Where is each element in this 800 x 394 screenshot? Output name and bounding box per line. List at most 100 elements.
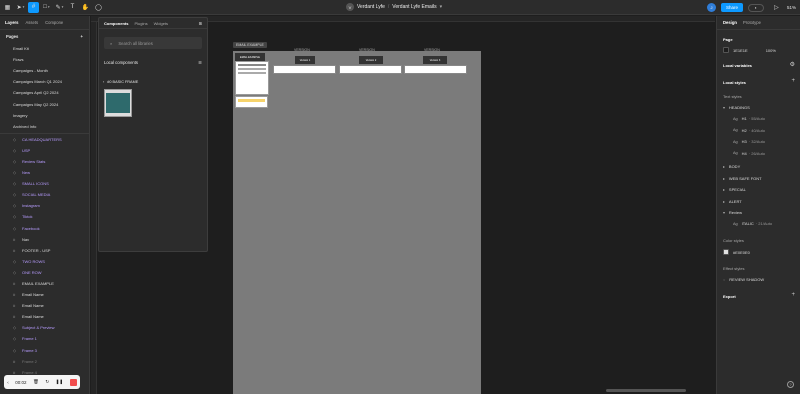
tab-widgets[interactable]: Widgets (154, 21, 168, 26)
text-icon[interactable]: T (67, 2, 78, 13)
project-icon[interactable]: V (346, 3, 354, 11)
tab-prototype[interactable]: Prototype (743, 20, 761, 25)
style-group[interactable]: ▸ SPECIAL (717, 187, 746, 192)
frame-label[interactable]: EMAIL EXAMPLE (233, 42, 267, 48)
layer-item[interactable]: # Email Name (0, 300, 89, 311)
restart-icon[interactable]: ↻ (45, 379, 49, 385)
page-item[interactable]: Campaigns - Month (0, 65, 89, 76)
tab-components[interactable]: Components (104, 21, 128, 26)
pause-icon[interactable]: ❚❚ (56, 379, 64, 385)
share-button[interactable]: Share (720, 3, 743, 12)
chevron-down-icon[interactable]: ▾ (440, 4, 443, 10)
page-item[interactable]: Email Kit (0, 43, 89, 54)
help-icon[interactable]: ? (787, 381, 794, 388)
layer-item[interactable]: # Email Name (0, 289, 89, 300)
layer-item[interactable]: # FOOTER - USP (0, 245, 89, 256)
layer-item[interactable]: ◇ Tiktok (0, 211, 89, 222)
tab-components[interactable]: Compone (45, 20, 63, 25)
page-item[interactable]: Campaigns April Q2 2024 (0, 87, 89, 98)
pen-icon[interactable]: ✎ ▾ (54, 2, 65, 13)
version-card[interactable] (404, 65, 467, 74)
file-name[interactable]: Verdant Lyfe Emails (392, 4, 436, 10)
back-icon[interactable]: ‹ (7, 380, 9, 385)
version-card[interactable] (339, 65, 402, 74)
layer-item[interactable]: ◇ Frame 3 (0, 345, 89, 356)
text-style-item[interactable]: Ag H2 · 40/Auto (717, 128, 765, 133)
layer-item[interactable]: ◇ CA HEADQUARTERS (0, 134, 89, 145)
style-group[interactable]: ▸ ALERT (717, 199, 742, 204)
email-preview[interactable] (235, 61, 269, 95)
layer-item[interactable]: ◇ Subject & Preview (0, 322, 89, 333)
layer-item[interactable]: # Frame 2 (0, 356, 89, 367)
layer-item[interactable]: ◇ Facebook (0, 223, 89, 234)
page-item[interactable]: Imagery (0, 110, 89, 121)
effect-style-item[interactable]: ◌ REVIEW SHADOW (717, 277, 764, 282)
stop-icon[interactable] (69, 378, 77, 386)
frame-icon[interactable]: # (28, 1, 39, 13)
add-page-icon[interactable]: + (81, 34, 83, 39)
list-view-icon[interactable]: ☰ (198, 60, 202, 65)
variables-icon[interactable]: ⚙ (790, 61, 795, 68)
back-icon[interactable]: ‹ (103, 80, 104, 84)
comment-icon[interactable]: ◯ (93, 2, 104, 13)
page-item[interactable]: Flows (0, 54, 89, 65)
layer-item[interactable]: ◇ Instagram (0, 200, 89, 211)
frame-icon: # (13, 314, 16, 320)
add-style-icon[interactable]: + (791, 78, 795, 84)
text-style-item[interactable]: Ag H3 · 32/Auto (717, 139, 765, 144)
tab-plugins[interactable]: Plugins (134, 21, 147, 26)
color-style-item[interactable]: #E0E0E0 (717, 249, 750, 255)
present-icon[interactable]: ▷ (771, 2, 782, 13)
style-group[interactable]: ▸ WEB SAFE FONT (717, 176, 762, 181)
hand-icon[interactable]: ✋ (80, 2, 91, 13)
dev-mode-toggle[interactable]: ◐ (747, 3, 764, 12)
version-card[interactable] (273, 65, 336, 74)
text-style-italic[interactable]: Ag ITALIC · 21/Auto (717, 221, 772, 226)
vertical-ruler (91, 22, 97, 394)
layer-item[interactable]: ◇ New (0, 167, 89, 178)
horizontal-scrollbar[interactable] (606, 389, 686, 392)
text-style-item[interactable]: Ag H1 · 55/Auto (717, 116, 765, 121)
layer-item[interactable]: # Nav (0, 234, 89, 245)
layer-item[interactable]: ◇ ONE ROW (0, 267, 89, 278)
shape-icon[interactable]: □ ▾ (41, 2, 52, 13)
local-variables[interactable]: Local variables (717, 63, 752, 68)
component-thumbnail[interactable] (104, 89, 132, 117)
layer-item[interactable]: ◇ USP (0, 145, 89, 156)
library-icon[interactable]: ⊞ (199, 21, 202, 26)
style-group-headings[interactable]: ▾ HEADINGS (717, 105, 750, 110)
style-group[interactable]: ▾ Review (717, 210, 742, 215)
canvas[interactable]: EMAIL EXAMPLE VERSION VERSION VERSION EM… (91, 16, 715, 394)
add-export-icon[interactable]: + (791, 292, 795, 298)
layer-item[interactable]: ◇ TWO ROWS (0, 256, 89, 267)
layer-label: Email Name (22, 314, 44, 320)
layer-item[interactable]: # Email Name (0, 311, 89, 322)
page-item[interactable]: Campaigns March Q1 2024 (0, 76, 89, 87)
email-preview[interactable] (235, 96, 268, 108)
page-item[interactable]: Campaigns May Q2 2024 (0, 98, 89, 109)
avatar[interactable]: J (706, 3, 716, 12)
layer-item[interactable]: # EMAIL EXAMPLE (0, 278, 89, 289)
page-color-row[interactable]: 1E1E1E 100% (717, 47, 776, 53)
project-name[interactable]: Verdant Lyfe (357, 4, 385, 10)
page-item[interactable]: Archived Info (0, 121, 89, 132)
layer-label: FOOTER - USP (22, 247, 51, 253)
export-section[interactable]: Export (717, 294, 736, 299)
color-styles-title: Color styles (723, 238, 744, 243)
layer-item[interactable]: ◇ SOCIAL MEDIA (0, 189, 89, 200)
tab-assets[interactable]: Assets (26, 20, 39, 25)
zoom-level[interactable]: 51% (787, 5, 796, 10)
menu-icon[interactable]: ▦ (2, 2, 13, 13)
tab-layers[interactable]: Layers (5, 20, 19, 25)
email-example-frame[interactable]: EMAIL EXAMPLE Version 1 Version 2 Versio… (233, 51, 481, 394)
layer-item[interactable]: ◇ Review Stats (0, 156, 89, 167)
color-swatch[interactable] (723, 47, 729, 53)
move-icon[interactable]: ➤ ▾ (15, 2, 26, 13)
text-style-item[interactable]: Ag H4 · 26/Auto (717, 151, 765, 156)
layer-item[interactable]: ◇ SMALL ICONS (0, 178, 89, 189)
layer-item[interactable]: ◇ Frame 1 (0, 333, 89, 344)
style-group[interactable]: ▸ BODY (717, 164, 740, 169)
trash-icon[interactable]: 🗑 (33, 379, 39, 385)
tab-design[interactable]: Design (723, 20, 737, 25)
search-input[interactable]: ⌕ Search all libraries (104, 37, 202, 49)
